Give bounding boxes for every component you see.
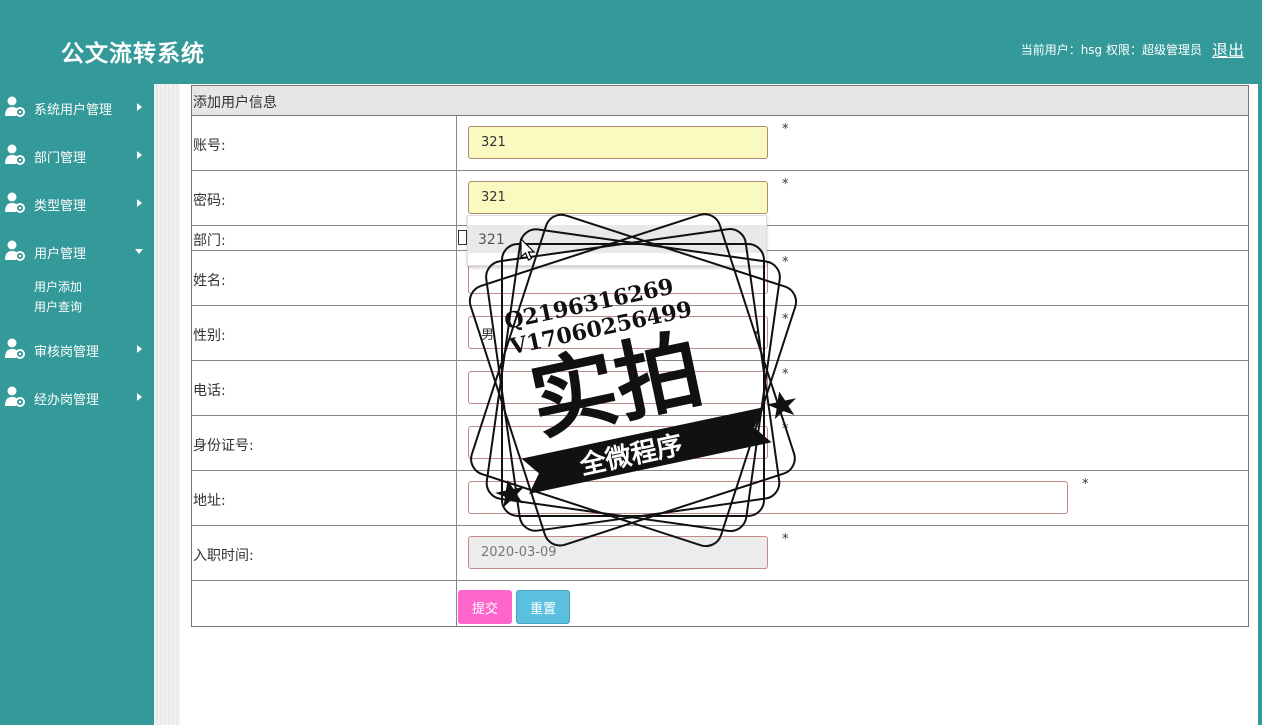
autocomplete-suggestion[interactable]: 321 xyxy=(468,225,766,253)
sidebar: 系统用户管理 部门管理 类型管理 用户管理 用户添加 用户查询 审核岗管理 经办… xyxy=(0,84,154,725)
sidebar-item-user-management[interactable]: 用户管理 xyxy=(0,237,154,267)
right-edge-bar xyxy=(1258,0,1262,725)
required-mark: * xyxy=(782,255,789,270)
chevron-right-icon xyxy=(137,199,142,207)
required-mark: * xyxy=(1082,477,1089,492)
sidebar-item-types[interactable]: 类型管理 xyxy=(0,189,154,219)
hire-date-input[interactable] xyxy=(468,536,768,569)
sidebar-item-label: 经办岗管理 xyxy=(34,393,100,408)
form-row-actions: 提交 重置 xyxy=(192,581,1248,626)
department-select[interactable] xyxy=(458,230,467,245)
chevron-right-icon xyxy=(137,151,142,159)
chevron-right-icon xyxy=(137,393,142,401)
chevron-down-icon xyxy=(753,331,759,336)
department-label: 部门: xyxy=(193,233,226,249)
required-mark: * xyxy=(782,122,789,137)
sidebar-item-system-users[interactable]: 系统用户管理 xyxy=(0,93,154,123)
gender-select[interactable]: 男 xyxy=(468,316,768,349)
form-row-phone: 电话: * xyxy=(192,361,1248,416)
reset-button[interactable]: 重置 xyxy=(516,590,570,624)
required-mark: * xyxy=(782,312,789,327)
mouse-cursor-icon xyxy=(520,238,536,261)
account-input[interactable] xyxy=(468,126,768,159)
sidebar-item-label: 部门管理 xyxy=(34,151,87,166)
sidebar-item-label: 类型管理 xyxy=(34,199,87,214)
logout-link[interactable]: 退出 xyxy=(1212,37,1244,61)
phone-input[interactable] xyxy=(468,371,768,404)
form-title: 添加用户信息 xyxy=(192,86,1248,116)
password-input[interactable] xyxy=(468,181,768,214)
chevron-down-icon xyxy=(135,249,143,254)
user-gear-icon xyxy=(5,338,25,359)
name-label: 姓名: xyxy=(193,273,226,289)
address-input[interactable] xyxy=(468,481,1068,514)
form-row-account: 账号: * xyxy=(192,116,1248,171)
app-title: 公文流转系统 xyxy=(61,40,205,67)
chevron-right-icon xyxy=(137,345,142,353)
current-user-info: 当前用户：hsg 权限：超级管理员 xyxy=(1020,43,1202,57)
gender-value: 男 xyxy=(481,328,495,343)
password-label: 密码: xyxy=(193,193,226,209)
id-number-label: 身份证号: xyxy=(193,438,254,454)
form-row-address: 地址: * xyxy=(192,471,1248,526)
required-mark: * xyxy=(782,422,789,437)
sidebar-subitem-query-user[interactable]: 用户查询 xyxy=(34,298,82,315)
sidebar-item-departments[interactable]: 部门管理 xyxy=(0,141,154,171)
autocomplete-dropdown: 321 xyxy=(467,215,767,266)
hire-date-label: 入职时间: xyxy=(193,548,254,564)
user-gear-icon xyxy=(5,192,25,213)
sidebar-item-label: 用户管理 xyxy=(34,247,87,262)
content-gutter xyxy=(154,84,180,725)
sidebar-subitem-add-user[interactable]: 用户添加 xyxy=(34,278,82,295)
form-row-gender: 性别: 男 * xyxy=(192,306,1248,361)
user-gear-icon xyxy=(5,240,25,261)
address-label: 地址: xyxy=(193,493,226,509)
form-row-id-number: 身份证号: * xyxy=(192,416,1248,471)
sidebar-item-review-post[interactable]: 审核岗管理 xyxy=(0,335,154,365)
submit-button[interactable]: 提交 xyxy=(458,590,512,624)
phone-label: 电话: xyxy=(193,383,226,399)
user-gear-icon xyxy=(5,386,25,407)
chevron-right-icon xyxy=(137,103,142,111)
required-mark: * xyxy=(782,532,789,547)
user-gear-icon xyxy=(5,96,25,117)
account-label: 账号: xyxy=(193,138,226,154)
form-row-hire-date: 入职时间: * xyxy=(192,526,1248,581)
required-mark: * xyxy=(782,367,789,382)
gender-label: 性别: xyxy=(193,328,226,344)
id-number-input[interactable] xyxy=(468,426,768,459)
add-user-form: 添加用户信息 账号: * 密码: * 部门: 姓名: * 性别: 男 * 电话:… xyxy=(191,85,1249,627)
sidebar-item-label: 审核岗管理 xyxy=(34,345,100,360)
required-mark: * xyxy=(782,177,789,192)
sidebar-item-handling-post[interactable]: 经办岗管理 xyxy=(0,383,154,413)
user-gear-icon xyxy=(5,144,25,165)
top-bar: 公文流转系统 当前用户：hsg 权限：超级管理员 退出 xyxy=(0,0,1258,84)
sidebar-item-label: 系统用户管理 xyxy=(34,103,113,118)
